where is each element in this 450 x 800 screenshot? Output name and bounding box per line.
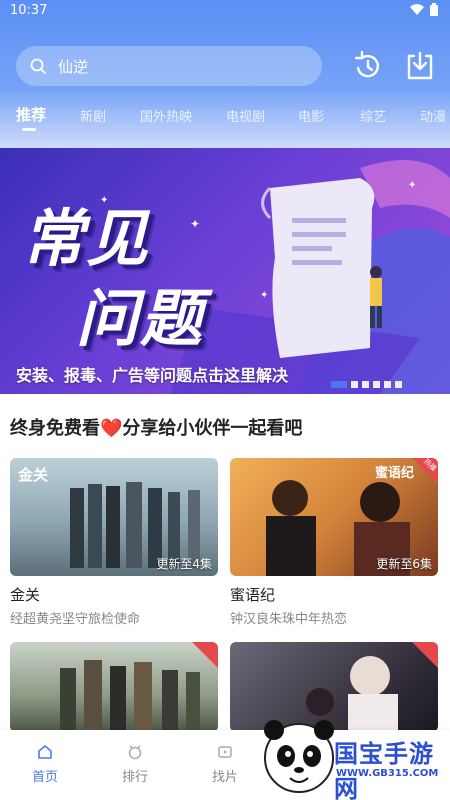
nav-ranking[interactable]: 排行 [110,744,160,785]
section-title: 终身免费看❤️分享给小伙伴一起看吧 [10,418,303,439]
nav-home[interactable]: 首页 [20,744,70,785]
tab-tv[interactable]: 电视剧 [226,106,265,125]
video-description: 经超黄尧坚守旅检使命 [10,612,141,627]
carousel-dot [373,381,380,388]
episode-badge: 更新至4集 [156,557,212,571]
svg-text:✦: ✦ [260,290,268,301]
video-title: 蜜语纪 [230,586,276,604]
banner-headline-2: 问题 [76,282,205,355]
nav-find[interactable]: 找片 [200,744,250,785]
status-bar: 10:37 [0,0,450,22]
thumbnail-title: 金关 [18,466,49,484]
home-icon [38,745,52,759]
status-time: 10:37 [10,3,48,18]
video-description: 钟汉良朱珠中年热恋 [230,612,348,627]
nav-label: 排行 [121,770,148,785]
watermark-url: WWW.GB315.COM [336,768,439,779]
nav-label: 找片 [211,770,238,785]
banner-headline-1: 常见 [22,202,151,275]
search-input[interactable]: 仙逆 [16,46,322,86]
category-tabs: 推荐 新剧 国外热映 电视剧 电影 综艺 动漫 [0,100,450,136]
find-icon [218,746,232,758]
carousel-dot [331,381,347,388]
carousel-dot [384,381,391,388]
hot-badge-icon [412,642,438,668]
ranking-icon [128,745,142,760]
tab-foreign[interactable]: 国外热映 [140,106,192,125]
carousel-indicator [331,381,402,388]
video-thumbnail[interactable] [10,642,218,732]
banner-caption: 安装、报毒、广告等问题点击这里解决 [16,366,289,385]
video-thumbnail[interactable]: 金关 更新至4集 [10,458,218,576]
watermark-logo: 国宝手游网 WWW.GB315.COM [262,712,450,800]
hot-badge-icon [192,642,218,668]
search-value: 仙逆 [58,57,89,76]
svg-text:✦: ✦ [408,180,416,191]
thumbnail-title: 蜜语纪 [374,466,414,481]
battery-icon [430,3,438,16]
panda-icon [264,720,334,793]
tab-recommend[interactable]: 推荐 [16,104,46,125]
nav-label: 首页 [31,770,58,785]
tab-anime[interactable]: 动漫 [420,106,446,125]
episode-badge: 更新至6集 [376,557,432,571]
watermark-brand: 国宝手游网 [334,740,434,800]
search-icon [30,58,46,74]
carousel-dot [351,381,358,388]
status-icons [410,3,438,16]
download-icon[interactable] [404,50,436,82]
video-thumbnail[interactable]: 蜜语纪 热播 更新至6集 [230,458,438,576]
banner-carousel[interactable]: ✦ ✦ ✦ ✦ 常见 问题 安装、报毒、广告等问题点击这里解决 [0,148,450,394]
video-title: 金关 [10,586,41,604]
svg-text:✦: ✦ [190,217,200,231]
tab-movie[interactable]: 电影 [298,106,324,125]
tab-variety[interactable]: 综艺 [360,106,386,125]
wifi-icon [410,4,424,15]
carousel-dot [362,381,369,388]
active-tab-indicator [22,128,36,131]
history-icon[interactable] [352,50,384,82]
tab-new[interactable]: 新剧 [80,106,106,125]
carousel-dot [395,381,402,388]
